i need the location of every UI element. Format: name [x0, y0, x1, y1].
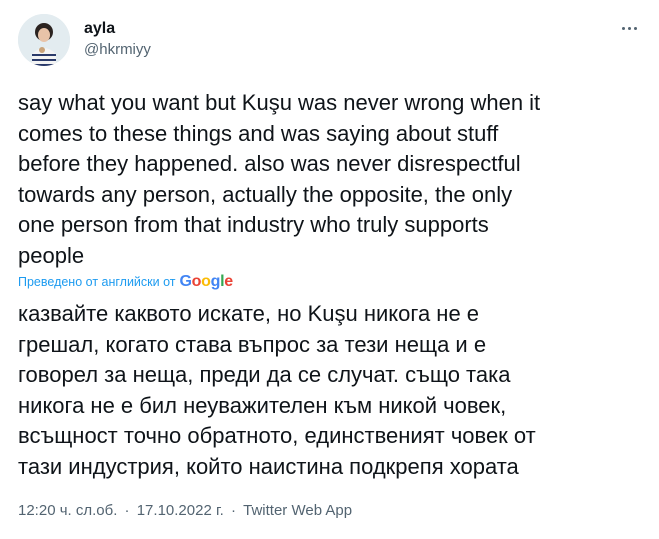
google-logo-letter: G: [179, 273, 192, 290]
google-logo-letter: o: [191, 273, 202, 290]
translated-text: казвайте каквото искате, но Kuşu никога …: [18, 301, 536, 479]
tweet: ayla @hkrmiyy say what you want but Kuşu…: [0, 0, 659, 539]
tweet-meta: 12:20 ч. сл.об. · 17.10.2022 г. · Twitte…: [18, 500, 352, 522]
google-logo-letter: g: [210, 273, 221, 290]
dot: [627, 26, 631, 30]
user-handle[interactable]: @hkrmiyy: [84, 40, 151, 60]
tweet-time[interactable]: 12:20 ч. сл.об.: [18, 502, 117, 519]
tweet-source[interactable]: Twitter Web App: [243, 502, 352, 519]
translation-credit-label: Преведено от английски от: [18, 275, 176, 289]
avatar[interactable]: [18, 14, 70, 66]
dot: [633, 26, 637, 30]
meta-separator: ·: [124, 502, 130, 519]
author-block: ayla @hkrmiyy: [84, 18, 151, 60]
translation-credit[interactable]: Преведено от английски от Google: [18, 272, 233, 292]
display-name[interactable]: ayla: [84, 18, 151, 40]
tweet-date[interactable]: 17.10.2022 г.: [137, 502, 224, 519]
meta-separator: ·: [230, 502, 236, 519]
google-logo: Google: [179, 273, 234, 291]
google-logo-letter: e: [224, 273, 233, 290]
dot: [621, 26, 625, 30]
avatar-image: [18, 14, 70, 66]
tweet-text: say what you want but Kuşu was never wro…: [18, 90, 541, 268]
google-logo-letter: o: [201, 273, 211, 290]
more-options-icon[interactable]: [617, 18, 641, 38]
